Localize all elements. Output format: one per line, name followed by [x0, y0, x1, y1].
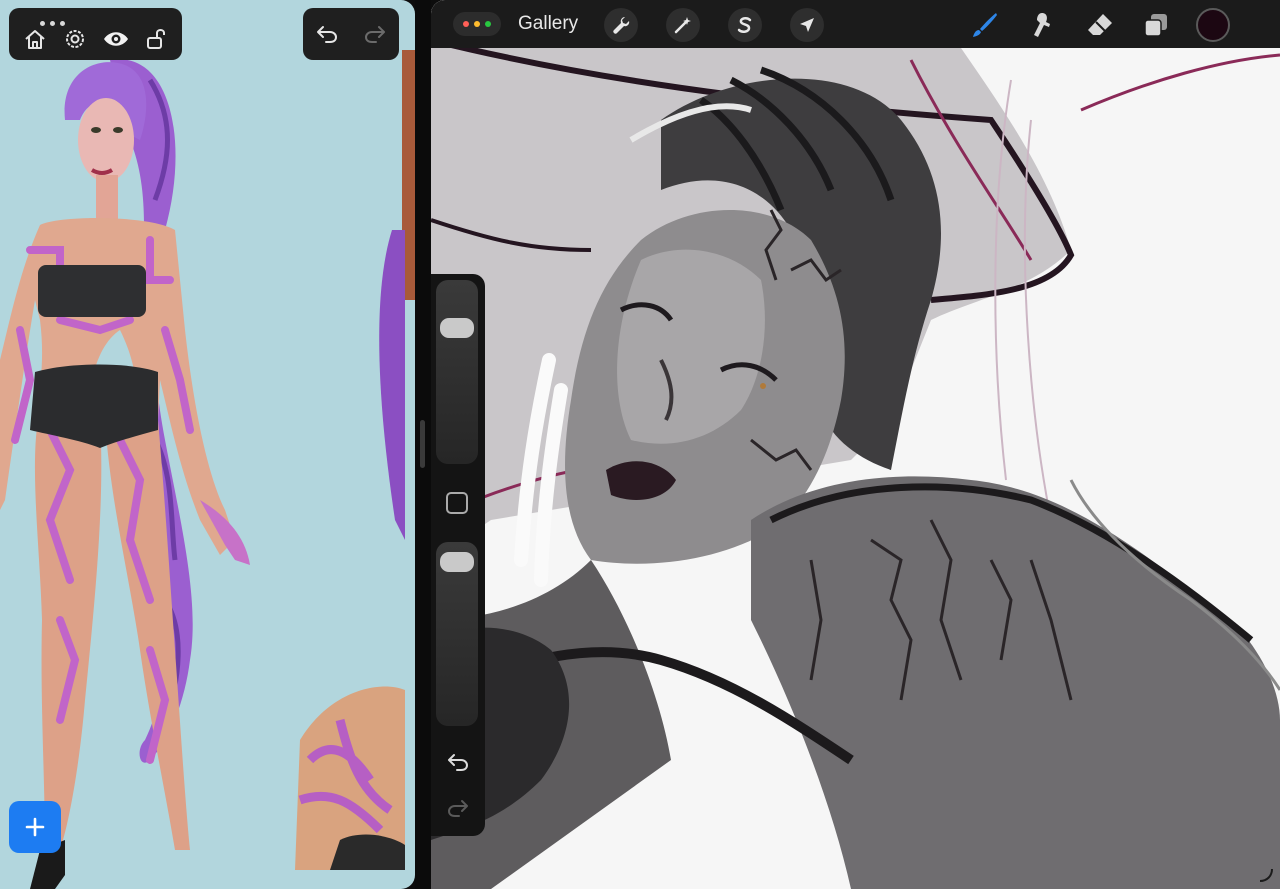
- home-icon[interactable]: [20, 24, 50, 54]
- brush-opacity-slider[interactable]: [436, 542, 478, 726]
- drawing-canvas[interactable]: [431, 0, 1280, 889]
- smudge-icon[interactable]: [1027, 9, 1059, 41]
- gear-icon[interactable]: [60, 24, 90, 54]
- brush-icon[interactable]: [969, 9, 1001, 41]
- split-view-grip[interactable]: [420, 420, 425, 468]
- procreate-top-bar: Gallery: [431, 0, 1280, 48]
- reference-history-controls: [303, 8, 399, 60]
- procreate-pane: Gallery: [431, 0, 1280, 889]
- split-view-divider[interactable]: [415, 0, 431, 889]
- resize-corner-icon[interactable]: [1258, 867, 1274, 883]
- magic-wand-icon[interactable]: [666, 8, 700, 42]
- procreate-sidebar: [431, 274, 485, 836]
- plus-icon: [25, 817, 45, 837]
- brush-size-slider[interactable]: [436, 280, 478, 464]
- brush-opacity-thumb[interactable]: [440, 552, 474, 573]
- ellipsis-icon[interactable]: [40, 21, 65, 26]
- layers-icon[interactable]: [1140, 9, 1172, 41]
- redo-icon[interactable]: [444, 796, 472, 820]
- reference-character-image: [0, 50, 415, 889]
- close-dot[interactable]: [463, 21, 469, 27]
- brush-size-thumb[interactable]: [440, 318, 474, 339]
- minimize-dot[interactable]: [474, 21, 480, 27]
- add-button[interactable]: +: [9, 801, 61, 853]
- redo-icon[interactable]: [360, 19, 390, 49]
- reference-pane: +: [0, 0, 415, 889]
- color-picker-swatch[interactable]: [1196, 8, 1230, 42]
- wrench-icon[interactable]: [604, 8, 638, 42]
- undo-icon[interactable]: [312, 19, 342, 49]
- eraser-icon[interactable]: [1084, 9, 1116, 41]
- eye-icon[interactable]: [101, 24, 131, 54]
- window-controls[interactable]: [453, 12, 501, 36]
- gallery-button[interactable]: Gallery: [518, 13, 578, 35]
- reference-toolbar: [9, 8, 182, 60]
- undo-icon[interactable]: [444, 750, 472, 774]
- selection-s-icon[interactable]: [728, 8, 762, 42]
- square-modify-icon[interactable]: [446, 492, 468, 514]
- unlock-icon[interactable]: [141, 24, 171, 54]
- zoom-dot[interactable]: [485, 21, 491, 27]
- transform-arrow-icon[interactable]: [790, 8, 824, 42]
